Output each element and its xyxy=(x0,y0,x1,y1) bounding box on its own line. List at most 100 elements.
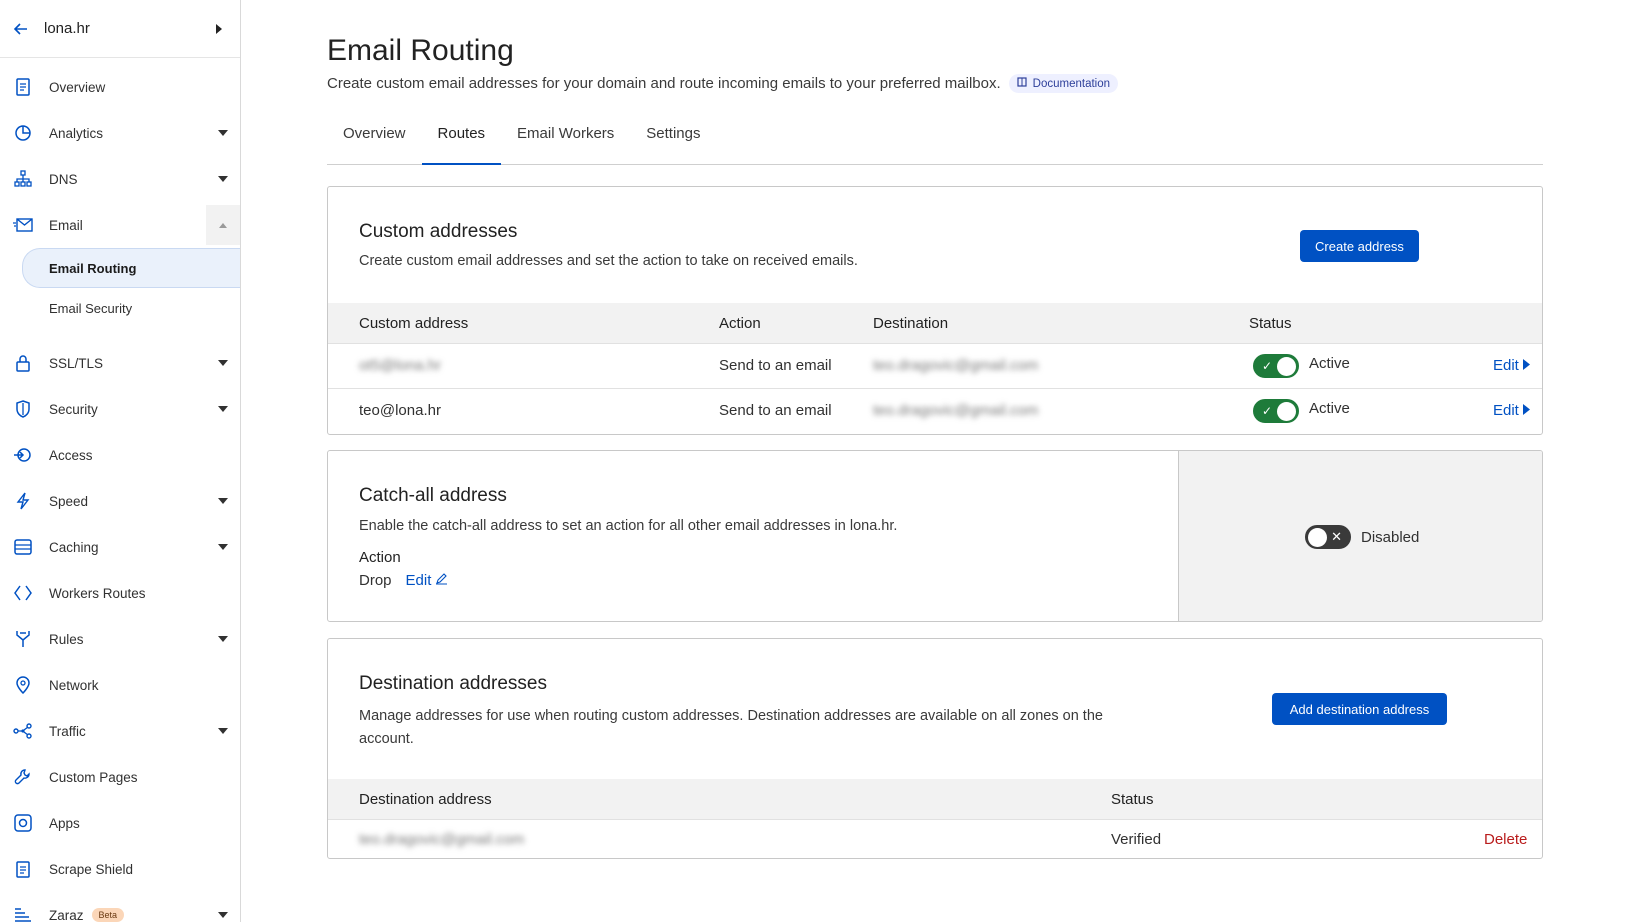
diamond-code-icon xyxy=(13,583,33,603)
catch-all-action-row: Drop Edit xyxy=(359,572,448,589)
sidebar-item-label: Caching xyxy=(49,540,206,555)
table-row: teo@lona.hr Send to an email teo.dragovic@… xyxy=(328,388,1542,433)
zone-switch-caret-icon[interactable] xyxy=(212,22,226,36)
chevron-down-icon[interactable] xyxy=(206,895,240,922)
tab-overview[interactable]: Overview xyxy=(327,119,422,164)
chevron-up-icon[interactable] xyxy=(206,205,240,245)
custom-addresses-title: Custom addresses xyxy=(359,221,518,242)
book-icon xyxy=(1017,77,1027,90)
chevron-down-icon[interactable] xyxy=(206,711,240,751)
email-subnav: Email Routing Email Security xyxy=(0,248,240,328)
sidebar-item-text: Analytics xyxy=(49,125,104,141)
chevron-down-icon[interactable] xyxy=(206,389,240,429)
sidebar-item-text: Rules xyxy=(49,631,84,647)
custom-addresses-table: Custom address Action Destination Status… xyxy=(328,303,1542,433)
tab-routes[interactable]: Routes xyxy=(421,119,502,165)
sidebar-item-security[interactable]: Security xyxy=(0,386,240,432)
sidebar-item-workers-routes[interactable]: Workers Routes xyxy=(0,570,240,616)
chevron-down-icon[interactable] xyxy=(206,527,240,567)
chevron-down-icon[interactable] xyxy=(206,343,240,383)
sidebar-subitem-email-security[interactable]: Email Security xyxy=(0,288,240,328)
sidebar: lona.hr Overview Analytics DNS Email Email … xyxy=(0,0,241,922)
sidebar-item-traffic[interactable]: Traffic xyxy=(0,708,240,754)
status-label: Active xyxy=(1309,354,1350,372)
chevron-down-icon[interactable] xyxy=(206,619,240,659)
sidebar-subitem-email-routing[interactable]: Email Routing xyxy=(22,248,240,288)
table-header: Destination address Status xyxy=(328,779,1542,819)
sidebar-item-label: Rules xyxy=(49,632,206,647)
catch-all-action-value: Drop xyxy=(359,572,392,589)
sidebar-item-label: Workers Routes xyxy=(49,586,240,601)
page-title: Email Routing xyxy=(327,34,514,67)
sidebar-item-overview[interactable]: Overview xyxy=(0,64,240,110)
sidebar-nav-secondary: SSL/TLS Security Access Speed Caching Workers… xyxy=(0,340,240,922)
sidebar-item-analytics[interactable]: Analytics xyxy=(0,110,240,156)
sidebar-item-access[interactable]: Access xyxy=(0,432,240,478)
documentation-label: Documentation xyxy=(1032,77,1111,90)
edit-label: Edit xyxy=(1493,357,1519,374)
chevron-down-icon[interactable] xyxy=(206,113,240,153)
toggle-knob xyxy=(1277,356,1296,376)
documentation-link[interactable]: Documentation xyxy=(1008,74,1119,93)
catch-all-status-panel: ✕ Disabled xyxy=(1178,451,1542,621)
location-pin-icon xyxy=(13,675,33,695)
zone-header: lona.hr xyxy=(0,0,240,58)
sidebar-item-network[interactable]: Network xyxy=(0,662,240,708)
destination-address-cell: teo.dragovic@gmail.com xyxy=(359,831,525,848)
action-cell: Send to an email xyxy=(719,402,832,419)
zone-name[interactable]: lona.hr xyxy=(44,20,212,37)
chevron-down-icon[interactable] xyxy=(206,159,240,199)
route-toggle[interactable]: ✓ xyxy=(1253,354,1299,378)
sidebar-item-label: Network xyxy=(49,678,240,693)
col-action: Action xyxy=(719,315,761,332)
server-icon xyxy=(13,537,33,557)
apps-icon xyxy=(13,813,33,833)
add-destination-address-button[interactable]: Add destination address xyxy=(1272,693,1447,725)
tab-settings[interactable]: Settings xyxy=(630,119,716,164)
sidebar-item-dns[interactable]: DNS xyxy=(0,156,240,202)
status-cell: ✓ Active xyxy=(1253,354,1350,378)
edit-link[interactable]: Edit xyxy=(1493,402,1530,419)
sidebar-item-text: Workers Routes xyxy=(49,585,146,601)
sidebar-item-scrape-shield[interactable]: Scrape Shield xyxy=(0,846,240,892)
destination-cell: teo.dragovic@gmail.com xyxy=(873,402,1039,419)
custom-addresses-desc: Create custom email addresses and set th… xyxy=(359,253,858,269)
pencil-icon xyxy=(435,572,448,589)
catch-all-desc: Enable the catch-all address to set an a… xyxy=(359,518,898,534)
sidebar-item-label: Traffic xyxy=(49,724,206,739)
beta-badge: Beta xyxy=(91,908,125,922)
catch-all-toggle[interactable]: ✕ xyxy=(1305,525,1351,549)
page-subtitle: Create custom email addresses for your d… xyxy=(327,75,1001,92)
sidebar-item-caching[interactable]: Caching xyxy=(0,524,240,570)
sidebar-item-label: Custom Pages xyxy=(49,770,240,785)
table-header: Custom address Action Destination Status xyxy=(328,303,1542,343)
action-cell: Send to an email xyxy=(719,357,832,374)
sidebar-item-label: Access xyxy=(49,448,240,463)
catch-all-status: ✕ Disabled xyxy=(1305,525,1419,549)
sidebar-item-apps[interactable]: Apps xyxy=(0,800,240,846)
sidebar-item-speed[interactable]: Speed xyxy=(0,478,240,524)
route-toggle[interactable]: ✓ xyxy=(1253,399,1299,423)
status-cell: ✓ Active xyxy=(1253,399,1350,423)
wrench-icon xyxy=(13,767,33,787)
back-arrow-icon[interactable] xyxy=(10,18,32,40)
sidebar-item-text: Network xyxy=(49,677,99,693)
create-address-button[interactable]: Create address xyxy=(1300,230,1419,262)
sidebar-item-label: Scrape Shield xyxy=(49,862,240,877)
delete-link[interactable]: Delete xyxy=(1484,831,1527,848)
edit-link[interactable]: Edit xyxy=(1493,357,1530,374)
catch-all-edit-link[interactable]: Edit xyxy=(406,572,449,589)
sidebar-item-text: Apps xyxy=(49,815,80,831)
sidebar-item-ssl-tls[interactable]: SSL/TLS xyxy=(0,340,240,386)
zaraz-icon xyxy=(13,905,33,922)
lightning-icon xyxy=(13,491,33,511)
custom-address-cell: ot5@lona.hr xyxy=(359,357,441,374)
chevron-down-icon[interactable] xyxy=(206,481,240,521)
tab-email-workers[interactable]: Email Workers xyxy=(501,119,630,164)
sidebar-item-custom-pages[interactable]: Custom Pages xyxy=(0,754,240,800)
catch-all-card: Catch-all address Enable the catch-all a… xyxy=(327,450,1543,622)
custom-addresses-card: Custom addresses Create custom email add… xyxy=(327,186,1543,435)
sidebar-item-rules[interactable]: Rules xyxy=(0,616,240,662)
sidebar-item-zaraz[interactable]: Zaraz Beta xyxy=(0,892,240,922)
sidebar-item-email[interactable]: Email xyxy=(0,202,240,248)
